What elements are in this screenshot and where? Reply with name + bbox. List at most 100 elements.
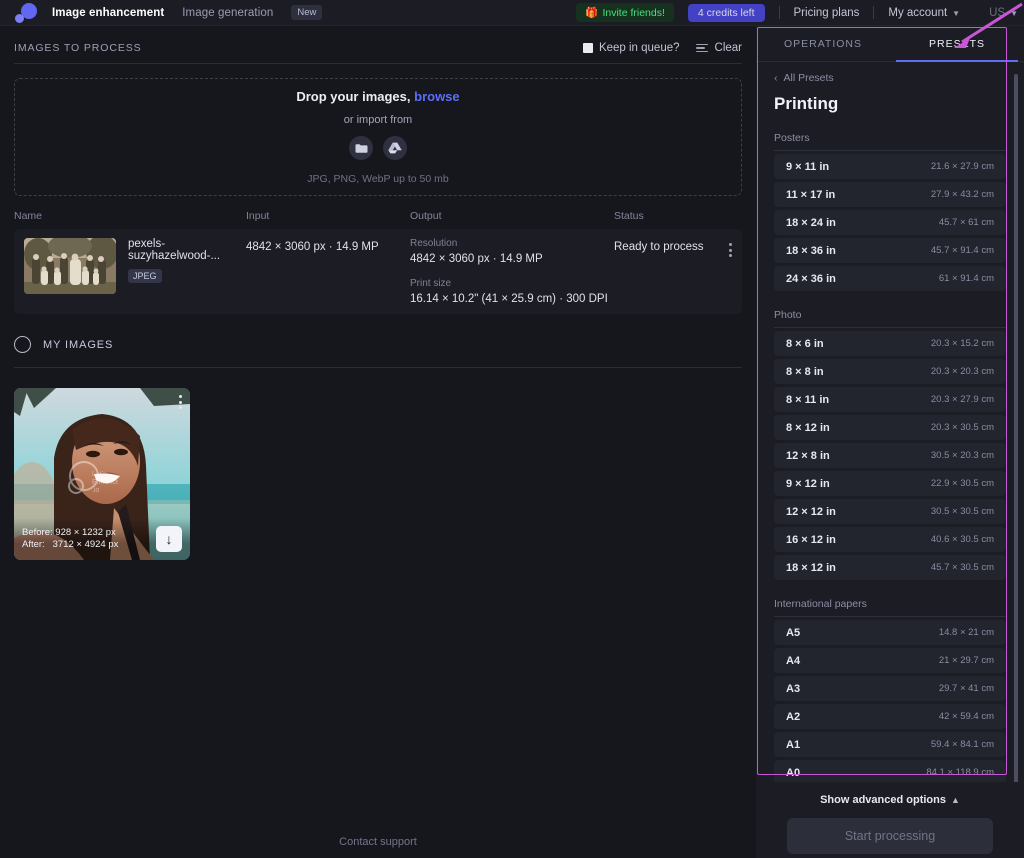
preset-item[interactable]: 12 × 8 in 30.5 × 20.3 cm bbox=[774, 443, 1006, 468]
browse-link[interactable]: browse bbox=[414, 89, 460, 104]
locale-selector[interactable]: US ▼ bbox=[989, 7, 1018, 19]
preset-item[interactable]: A2 42 × 59.4 cm bbox=[774, 704, 1006, 729]
breadcrumb[interactable]: ‹ All Presets bbox=[774, 72, 1006, 84]
preset-size-cm: 84.1 × 118.9 cm bbox=[926, 767, 994, 778]
dropzone[interactable]: Drop your images, browse or import from … bbox=[14, 78, 742, 196]
my-account-menu[interactable]: My account ▼ bbox=[888, 7, 960, 19]
preset-item[interactable]: 8 × 6 in 20.3 × 15.2 cm bbox=[774, 331, 1006, 356]
preset-size-inches: 9 × 12 in bbox=[786, 477, 830, 490]
credits-badge[interactable]: 4 credits left bbox=[687, 3, 765, 22]
column-header-output: Output bbox=[410, 210, 442, 222]
kebab-menu-icon[interactable] bbox=[729, 241, 732, 257]
nav-image-enhancement[interactable]: Image enhancement bbox=[52, 7, 164, 19]
clear-icon bbox=[695, 43, 708, 53]
dropzone-title: Drop your images, browse bbox=[296, 89, 460, 104]
panel-tabs: OPERATIONS PRESETS bbox=[756, 26, 1024, 62]
input-cell: 4842 × 3060 px · 14.9 MP bbox=[246, 241, 379, 253]
logo[interactable] bbox=[0, 2, 52, 24]
preset-size-cm: 20.3 × 27.9 cm bbox=[930, 394, 994, 405]
after-label: After: bbox=[22, 539, 45, 550]
chevron-down-icon: ▼ bbox=[952, 8, 961, 18]
preset-item[interactable]: 8 × 11 in 20.3 × 27.9 cm bbox=[774, 387, 1006, 412]
card-footer: Before: 928 × 1232 px After: 3712 × 4924… bbox=[14, 518, 190, 560]
preset-item[interactable]: A1 59.4 × 84.1 cm bbox=[774, 732, 1006, 757]
clear-label: Clear bbox=[714, 42, 742, 54]
preset-item[interactable]: A3 29.7 × 41 cm bbox=[774, 676, 1006, 701]
output-resolution-value: 4842 × 3060 px · 14.9 MP bbox=[410, 253, 543, 265]
preset-size-inches: A3 bbox=[786, 682, 801, 695]
preset-size-inches: 8 × 8 in bbox=[786, 365, 824, 378]
google-drive-icon[interactable] bbox=[383, 136, 407, 160]
status-cell: Ready to process bbox=[614, 238, 732, 257]
table-row[interactable]: pexels-suzyhazelwood-... JPEG 4842 × 306… bbox=[14, 229, 742, 314]
breadcrumb-label: All Presets bbox=[783, 72, 834, 84]
preset-group-label: Posters bbox=[774, 132, 810, 144]
logo-icon bbox=[15, 2, 37, 24]
preset-item[interactable]: 11 × 17 in 27.9 × 43.2 cm bbox=[774, 182, 1006, 207]
scrollbar-thumb[interactable] bbox=[1014, 74, 1018, 808]
tab-operations[interactable]: OPERATIONS bbox=[756, 26, 890, 61]
my-image-card[interactable]: Let's Enhance .io Before: 928 × 1232 px … bbox=[14, 388, 190, 560]
table-header: Name Input Output Status bbox=[14, 210, 742, 229]
header-actions: 🎁 Invite friends! 4 credits left Pricing… bbox=[576, 3, 1024, 22]
divider bbox=[778, 6, 780, 19]
preset-size-inches: A0 bbox=[786, 766, 801, 779]
images-to-process-header: IMAGES TO PROCESS Keep in queue? Clear bbox=[14, 26, 742, 54]
svg-text:.io: .io bbox=[92, 487, 100, 494]
show-advanced-options-toggle[interactable]: Show advanced options ▲ bbox=[820, 794, 960, 806]
column-header-input: Input bbox=[246, 210, 270, 222]
circle-icon bbox=[14, 336, 31, 353]
clear-button[interactable]: Clear bbox=[695, 42, 742, 54]
download-icon[interactable]: ↓ bbox=[156, 526, 182, 552]
preset-item[interactable]: 18 × 36 in 45.7 × 91.4 cm bbox=[774, 238, 1006, 263]
output-printsize-label: Print size bbox=[410, 278, 452, 289]
preset-size-cm: 45.7 × 91.4 cm bbox=[930, 245, 994, 256]
preset-item[interactable]: 18 × 12 in 45.7 × 30.5 cm bbox=[774, 555, 1006, 580]
gift-icon: 🎁 bbox=[585, 7, 599, 19]
output-cell: Resolution 4842 × 3060 px · 14.9 MP Prin… bbox=[410, 238, 614, 305]
after-value: 3712 × 4924 px bbox=[52, 539, 119, 550]
preset-category-title: Printing bbox=[774, 94, 839, 113]
keep-in-queue-checkbox[interactable]: Keep in queue? bbox=[582, 42, 680, 54]
pricing-plans-link[interactable]: Pricing plans bbox=[794, 7, 860, 19]
preset-size-inches: A2 bbox=[786, 710, 801, 723]
divider bbox=[14, 367, 742, 368]
preset-item[interactable]: 8 × 8 in 20.3 × 20.3 cm bbox=[774, 359, 1006, 384]
preset-item[interactable]: A4 21 × 29.7 cm bbox=[774, 648, 1006, 673]
nav-image-generation[interactable]: Image generation bbox=[182, 7, 273, 19]
preset-size-inches: A5 bbox=[786, 626, 801, 639]
app-header: Image enhancement Image generation New 🎁… bbox=[0, 0, 1024, 26]
page-title: IMAGES TO PROCESS bbox=[14, 42, 142, 54]
keep-in-queue-label: Keep in queue? bbox=[598, 42, 680, 54]
preset-size-cm: 20.3 × 20.3 cm bbox=[930, 366, 994, 377]
invite-friends-button[interactable]: 🎁 Invite friends! bbox=[576, 3, 674, 22]
preset-item[interactable]: 12 × 12 in 30.5 × 30.5 cm bbox=[774, 499, 1006, 524]
my-images-title: MY IMAGES bbox=[43, 338, 114, 351]
preset-size-inches: 18 × 12 in bbox=[786, 561, 836, 574]
preset-item[interactable]: 18 × 24 in 45.7 × 61 cm bbox=[774, 210, 1006, 235]
file-name: pexels-suzyhazelwood-... bbox=[128, 238, 221, 262]
divider bbox=[774, 327, 1006, 328]
file-format-badge: JPEG bbox=[128, 269, 162, 283]
preset-item[interactable]: 8 × 12 in 20.3 × 30.5 cm bbox=[774, 415, 1006, 440]
svg-text:Enhance: Enhance bbox=[92, 479, 118, 486]
contact-support-link[interactable]: Contact support bbox=[0, 836, 756, 848]
tab-presets[interactable]: PRESETS bbox=[890, 26, 1024, 62]
column-header-name: Name bbox=[14, 210, 43, 222]
preset-item[interactable]: 9 × 11 in 21.6 × 27.9 cm bbox=[774, 154, 1006, 179]
preset-item[interactable]: 24 × 36 in 61 × 91.4 cm bbox=[774, 266, 1006, 291]
preset-size-cm: 21 × 29.7 cm bbox=[938, 655, 994, 666]
preset-size-cm: 30.5 × 30.5 cm bbox=[930, 506, 994, 517]
start-processing-button[interactable]: Start processing bbox=[787, 818, 993, 854]
status-badge: Ready to process bbox=[614, 241, 704, 253]
watermark-icon: Let's Enhance .io bbox=[64, 460, 120, 505]
preset-item[interactable]: A5 14.8 × 21 cm bbox=[774, 620, 1006, 645]
kebab-menu-icon[interactable] bbox=[179, 395, 182, 409]
preset-size-cm: 59.4 × 84.1 cm bbox=[930, 739, 994, 750]
folder-icon[interactable] bbox=[349, 136, 373, 160]
new-badge[interactable]: New bbox=[291, 5, 323, 20]
preset-item[interactable]: 9 × 12 in 22.9 × 30.5 cm bbox=[774, 471, 1006, 496]
preset-item[interactable]: 16 × 12 in 40.6 × 30.5 cm bbox=[774, 527, 1006, 552]
presets-list: ‹ All Presets Printing Posters 9 × 11 in 2… bbox=[756, 62, 1024, 808]
preset-group-label: Photo bbox=[774, 309, 802, 321]
